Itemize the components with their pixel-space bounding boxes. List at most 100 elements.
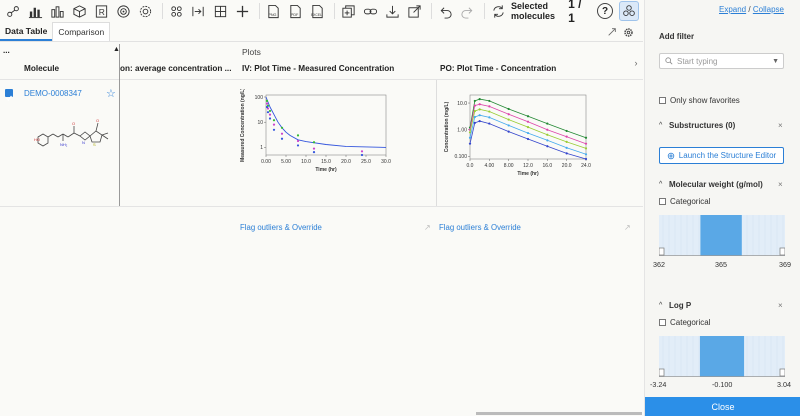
po-data-point xyxy=(478,120,481,123)
redo-icon[interactable] xyxy=(458,2,477,20)
po-data-point xyxy=(488,122,491,125)
mw-mid-tick: 365 xyxy=(715,260,727,269)
link-separator: / xyxy=(748,5,751,14)
chevron-down-icon[interactable]: ▼ xyxy=(772,58,779,65)
molecule-view-button[interactable] xyxy=(619,1,639,21)
mw-histogram-range-handle xyxy=(779,247,785,256)
filter-search-input[interactable]: Start typing ▼ xyxy=(659,53,784,69)
po-y-tick-label: 0.100 xyxy=(454,154,467,160)
iv-concentration-chart: 0.00 5.00 10.0 15.0 20.0 25.0 30.0 1 10 100 Time (… xyxy=(240,89,391,173)
po-data-point xyxy=(478,98,481,101)
po-data-point xyxy=(565,135,568,138)
mw-histogram-range-handle xyxy=(659,247,665,256)
iv-data-point xyxy=(280,126,284,129)
po-data-point xyxy=(584,136,588,139)
po-data-point xyxy=(473,99,476,103)
toolbar: R PNG PDF EXCEL Selected molecules 1 / 1… xyxy=(0,0,643,25)
settings-wheel-icon[interactable] xyxy=(136,2,155,20)
chevron-up-icon[interactable]: ^ xyxy=(659,302,662,309)
gear-icon[interactable] xyxy=(622,26,634,38)
po-data-point xyxy=(546,122,549,125)
excel-export-icon[interactable]: EXCEL xyxy=(308,2,327,20)
shrink-icon[interactable] xyxy=(606,26,618,38)
close-sidebar-button[interactable]: Close xyxy=(645,397,800,416)
column-header-molecule[interactable]: Molecule xyxy=(24,64,59,73)
log-p-heading[interactable]: Log P xyxy=(669,301,691,310)
mw-categorical-checkbox[interactable] xyxy=(659,198,666,205)
horizontal-scrollbar[interactable] xyxy=(476,412,642,415)
po-y-tick-label: 1.00 xyxy=(457,128,467,134)
show-favorites-label: Only show favorites xyxy=(670,96,740,105)
iv-flag-outliers-link[interactable]: Flag outliers & Override xyxy=(240,223,322,232)
po-data-point xyxy=(488,105,491,108)
help-button[interactable]: ? xyxy=(597,3,613,19)
tab-comparison[interactable]: Comparison xyxy=(52,22,111,41)
tab-data-table[interactable]: Data Table xyxy=(0,22,53,41)
iv-data-point xyxy=(312,147,316,150)
po-data-point xyxy=(526,126,530,129)
column-header-average-concentration[interactable]: on: average concentration ... xyxy=(120,64,238,73)
log-p-close-icon[interactable]: × xyxy=(778,301,783,310)
toolbar-divider xyxy=(431,3,432,19)
add-icon[interactable] xyxy=(233,2,252,20)
download-icon[interactable] xyxy=(383,2,402,20)
molecular-weight-heading[interactable]: Molecular weight (g/mol) xyxy=(669,180,763,189)
molecular-weight-close-icon[interactable]: × xyxy=(778,180,783,189)
duplicate-icon[interactable] xyxy=(339,2,358,20)
show-favorites-checkbox[interactable] xyxy=(659,97,666,104)
po-data-point xyxy=(584,147,588,150)
log-p-histogram[interactable] xyxy=(659,336,785,377)
iv-x-tick-label: 25.0 xyxy=(361,159,371,165)
grid-calc-icon[interactable] xyxy=(211,2,230,20)
favorite-star-icon[interactable]: ☆ xyxy=(106,87,116,100)
undo-icon[interactable] xyxy=(436,2,455,20)
iv-x-tick-label: 20.0 xyxy=(341,159,351,165)
column-header-po-plot[interactable]: PO: Plot Time - Concentration xyxy=(440,64,556,73)
po-open-external-icon[interactable]: ↗ xyxy=(624,223,631,232)
link-icon[interactable] xyxy=(361,2,380,20)
cube-icon[interactable] xyxy=(70,2,89,20)
expand-link[interactable]: Expand xyxy=(719,5,746,14)
swap-icon[interactable] xyxy=(489,2,508,20)
launch-structure-editor-button[interactable]: Launch the Structure Editor xyxy=(659,147,784,164)
molecular-weight-histogram[interactable] xyxy=(659,215,785,256)
iv-data-point xyxy=(272,123,276,126)
po-flag-outliers-link[interactable]: Flag outliers & Override xyxy=(439,223,521,232)
chevron-right-icon[interactable]: › xyxy=(630,56,642,70)
iv-data-point xyxy=(272,119,276,122)
r-script-icon[interactable]: R xyxy=(92,2,111,20)
column-header-iv-plot[interactable]: IV: Plot Time - Measured Concentration xyxy=(242,64,394,73)
matrix-icon[interactable] xyxy=(189,2,208,20)
png-export-icon[interactable]: PNG xyxy=(264,2,283,20)
chevron-up-icon[interactable]: ^ xyxy=(659,122,662,129)
pdf-export-icon[interactable]: PDF xyxy=(286,2,305,20)
logp-categorical-checkbox[interactable] xyxy=(659,319,666,326)
molecule-id-link[interactable]: DEMO-0008347 xyxy=(24,89,82,98)
sequence-icon[interactable] xyxy=(167,2,186,20)
toolbar-divider xyxy=(334,3,335,19)
substructures-close-icon[interactable]: × xyxy=(778,121,783,130)
substructures-heading[interactable]: Substructures (0) xyxy=(669,121,735,130)
collapse-link[interactable]: Collapse xyxy=(753,5,784,14)
iv-data-point xyxy=(312,151,316,154)
expand-collapse-links: Expand / Collapse xyxy=(719,5,784,14)
po-data-point xyxy=(507,130,510,133)
table-row[interactable]: DEMO-0008347 ☆ HO O O NH₂ N S 0.00 5.00 … xyxy=(0,81,643,232)
iv-open-external-icon[interactable]: ↗ xyxy=(424,223,431,232)
target-icon[interactable] xyxy=(114,2,133,20)
share-icon[interactable] xyxy=(405,2,424,20)
po-x-tick-label: 24.0 xyxy=(581,163,591,169)
bar-chart-icon[interactable] xyxy=(26,2,45,20)
iv-data-point xyxy=(268,113,272,116)
iv-data-point xyxy=(272,128,276,131)
po-data-point xyxy=(565,129,568,133)
iv-fit-line xyxy=(265,96,387,148)
row-select-checkbox[interactable] xyxy=(5,89,13,102)
stacked-chart-icon[interactable] xyxy=(48,2,67,20)
iv-data-point xyxy=(296,144,300,147)
po-x-tick-label: 8.00 xyxy=(504,163,514,169)
overview-icon[interactable] xyxy=(4,2,23,20)
iv-data-point xyxy=(312,141,316,144)
column-menu-button[interactable]: ... xyxy=(3,46,10,55)
chevron-up-icon[interactable]: ^ xyxy=(659,181,662,188)
